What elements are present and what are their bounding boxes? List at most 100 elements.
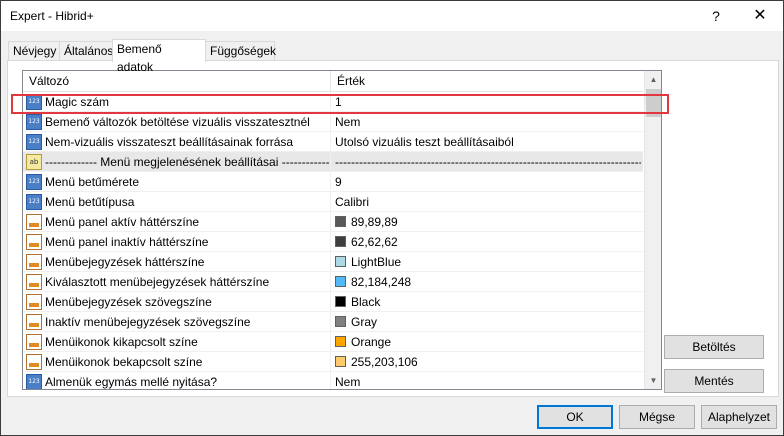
- color-type-icon: [26, 334, 42, 350]
- parameter-value-text: 62,62,62: [351, 235, 398, 249]
- color-type-icon: [26, 254, 42, 270]
- inputs-grid: Változó Érték 123 Magic szám 1 123 Bemenő vá…: [22, 70, 662, 390]
- parameter-value[interactable]: 62,62,62: [335, 232, 641, 252]
- parameter-value[interactable]: 9: [335, 172, 641, 192]
- parameter-name: ------------- Menü megjelenésének beállí…: [45, 155, 329, 169]
- string-type-icon: ab: [26, 154, 42, 170]
- table-row[interactable]: Menübejegyzések háttérszíne LightBlue: [23, 252, 643, 272]
- parameter-value[interactable]: Calibri: [335, 192, 641, 212]
- row-column-separator: [330, 112, 331, 132]
- row-column-separator: [330, 192, 331, 212]
- scroll-up-arrow-icon[interactable]: ▲: [645, 71, 661, 88]
- parameter-name: Menüikonok bekapcsolt színe: [45, 355, 203, 369]
- table-row[interactable]: Inaktív menübejegyzések szövegszíne Gray: [23, 312, 643, 332]
- table-row[interactable]: Menü panel aktív háttérszíne 89,89,89: [23, 212, 643, 232]
- integer-type-icon: 123: [26, 374, 42, 389]
- row-column-separator: [330, 372, 331, 389]
- parameter-value[interactable]: 82,184,248: [335, 272, 641, 292]
- row-column-separator: [330, 272, 331, 292]
- parameter-value[interactable]: ----------------------------------------…: [335, 152, 641, 172]
- parameter-value-text: 255,203,106: [351, 355, 418, 369]
- row-column-separator: [330, 212, 331, 232]
- parameter-value-text: 9: [335, 175, 342, 189]
- parameter-name: Kiválasztott menübejegyzések háttérszíne: [45, 275, 270, 289]
- table-row[interactable]: Menüikonok kikapcsolt színe Orange: [23, 332, 643, 352]
- help-button[interactable]: ?: [701, 3, 731, 29]
- column-header-variable[interactable]: Változó: [23, 71, 330, 92]
- parameter-value[interactable]: Gray: [335, 312, 641, 332]
- parameter-name: Menü betűtípusa: [45, 195, 135, 209]
- tab-inputs[interactable]: Bemenő adatok: [112, 39, 206, 74]
- parameter-value[interactable]: 89,89,89: [335, 212, 641, 232]
- table-row[interactable]: 123 Nem-vizuális visszateszt beállításain…: [23, 132, 643, 152]
- row-column-separator: [330, 152, 331, 172]
- parameter-value[interactable]: Utolsó vizuális teszt beállításaiból: [335, 132, 641, 152]
- parameter-value-text: Gray: [351, 315, 378, 329]
- color-swatch: [335, 256, 346, 267]
- table-row[interactable]: 123 Menü betűmérete 9: [23, 172, 643, 192]
- parameter-value-text: Nem: [335, 375, 361, 389]
- color-swatch: [335, 356, 346, 367]
- color-swatch: [335, 236, 346, 247]
- scroll-down-arrow-icon[interactable]: ▼: [645, 372, 661, 389]
- parameter-name: Menü panel inaktív háttérszíne: [45, 235, 209, 249]
- save-button[interactable]: Mentés: [664, 369, 764, 393]
- table-row[interactable]: Kiválasztott menübejegyzések háttérszíne…: [23, 272, 643, 292]
- highlight-box: [11, 94, 669, 114]
- parameter-value[interactable]: Nem: [335, 112, 641, 132]
- load-button[interactable]: Betöltés: [664, 335, 764, 359]
- parameter-value[interactable]: 255,203,106: [335, 352, 641, 372]
- row-column-separator: [330, 292, 331, 312]
- row-column-separator: [330, 132, 331, 152]
- table-row[interactable]: Menüikonok bekapcsolt színe 255,203,106: [23, 352, 643, 372]
- parameter-name: Bemenő változók betöltése vizuális vissz…: [45, 115, 310, 129]
- row-column-separator: [330, 312, 331, 332]
- color-type-icon: [26, 354, 42, 370]
- color-swatch: [335, 336, 346, 347]
- row-column-separator: [330, 332, 331, 352]
- parameter-name: Menübejegyzések szövegszíne: [45, 295, 212, 309]
- integer-type-icon: 123: [26, 194, 42, 210]
- color-swatch: [335, 316, 346, 327]
- parameter-value-text: Nem: [335, 115, 361, 129]
- table-row[interactable]: 123 Menü betűtípusa Calibri: [23, 192, 643, 212]
- color-swatch: [335, 276, 346, 287]
- row-column-separator: [330, 252, 331, 272]
- color-swatch: [335, 216, 346, 227]
- vertical-scrollbar[interactable]: ▲ ▼: [644, 71, 661, 389]
- parameter-name: Nem-vizuális visszateszt beállításainak …: [45, 135, 294, 149]
- table-row[interactable]: 123 Almenük egymás mellé nyitása? Nem: [23, 372, 643, 389]
- row-column-separator: [330, 232, 331, 252]
- parameter-value[interactable]: Orange: [335, 332, 641, 352]
- row-column-separator: [330, 172, 331, 192]
- parameter-value[interactable]: LightBlue: [335, 252, 641, 272]
- parameter-name: Menü betűmérete: [45, 175, 140, 189]
- parameter-value[interactable]: Black: [335, 292, 641, 312]
- parameter-value-text: 89,89,89: [351, 215, 398, 229]
- parameter-value-text: Orange: [351, 335, 392, 349]
- table-row[interactable]: ab ------------- Menü megjelenésének beál…: [23, 152, 643, 172]
- parameter-name: Menüikonok kikapcsolt színe: [45, 335, 198, 349]
- tab-dependencies[interactable]: Függőségek: [205, 41, 276, 61]
- color-type-icon: [26, 234, 42, 250]
- parameter-value[interactable]: Nem: [335, 372, 641, 389]
- integer-type-icon: 123: [26, 134, 42, 150]
- column-header-value[interactable]: Érték: [331, 71, 641, 92]
- parameter-value-text: ----------------------------------------…: [335, 155, 641, 169]
- parameter-value-text: LightBlue: [351, 255, 402, 269]
- table-row[interactable]: 123 Bemenő változók betöltése vizuális vi…: [23, 112, 643, 132]
- close-button[interactable]: ✕: [741, 3, 779, 29]
- parameter-name: Almenük egymás mellé nyitása?: [45, 375, 218, 389]
- parameter-name: Inaktív menübejegyzések szövegszíne: [45, 315, 251, 329]
- parameter-value-text: Calibri: [335, 195, 370, 209]
- color-type-icon: [26, 274, 42, 290]
- expert-properties-dialog: Expert - Hibrid+ ? ✕ Névjegy Általános B…: [0, 0, 784, 436]
- table-row[interactable]: Menübejegyzések szövegszíne Black: [23, 292, 643, 312]
- tab-about[interactable]: Névjegy: [8, 41, 60, 61]
- reset-button[interactable]: Alaphelyzet: [701, 405, 777, 429]
- tab-general[interactable]: Általános: [59, 41, 113, 61]
- cancel-button[interactable]: Mégse: [619, 405, 695, 429]
- table-row[interactable]: Menü panel inaktív háttérszíne 62,62,62: [23, 232, 643, 252]
- ok-button[interactable]: OK: [537, 405, 613, 429]
- parameter-value-text: Black: [351, 295, 381, 309]
